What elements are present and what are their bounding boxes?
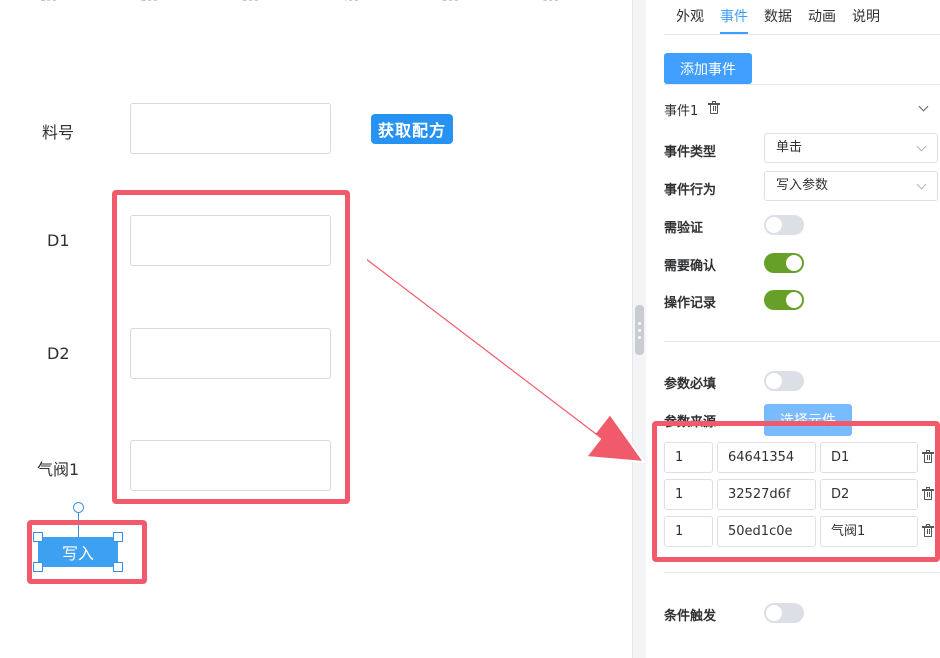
ruler-tick: 200 [141,0,158,4]
ruler-tick: 100 [40,0,57,4]
event-title: 事件1 [664,104,699,119]
tab-animation[interactable]: 动画 [800,8,844,34]
op-record-label: 操作记录 [664,296,717,311]
tab-data[interactable]: 数据 [756,8,800,34]
add-event-button[interactable]: 添加事件 [664,53,752,84]
horizontal-ruler: 100 200 300 400 500 600 [0,0,632,8]
event-type-select[interactable]: 单击 [764,133,938,163]
collapse-chevron-icon[interactable] [918,101,929,112]
label-material-number: 料号 [42,123,75,142]
ruler-tick: 600 [542,0,559,4]
chevron-down-icon [916,141,927,152]
param-required-toggle[interactable] [764,371,804,391]
divider [664,572,940,573]
event-action-label: 事件行为 [664,183,717,198]
label-valve1: 气阀1 [37,460,80,479]
panel-tabs: 外观 事件 数据 动画 说明 [676,8,888,34]
need-confirm-label: 需要确认 [664,259,717,274]
param-required-label: 参数必填 [664,377,717,392]
label-d2: D2 [47,344,70,363]
inputs-highlight-box [112,190,350,504]
fetch-recipe-button[interactable]: 获取配方 [371,114,453,144]
need-verify-label: 需验证 [664,221,704,236]
ruler-tick: 300 [242,0,259,4]
need-verify-toggle[interactable] [764,215,804,235]
tabs-divider [664,34,940,35]
selection-rotate-handle[interactable] [73,502,84,513]
tab-appearance[interactable]: 外观 [676,8,712,34]
chevron-down-icon [916,179,927,190]
params-highlight-box [652,421,940,562]
write-button-highlight-box [27,520,147,584]
op-record-toggle[interactable] [764,290,804,310]
design-canvas[interactable]: 100 200 300 400 500 600 料号 获取配方 D1 D2 气阀… [0,0,632,658]
delete-event-icon[interactable] [708,101,720,114]
condition-trigger-label: 条件触发 [664,609,717,624]
properties-panel: 外观 事件 数据 动画 说明 添加事件 事件1 事件类型 单击 事件行为 写入参… [646,0,940,658]
event-type-label: 事件类型 [664,145,717,160]
material-number-input[interactable] [130,103,331,154]
need-confirm-toggle[interactable] [764,253,804,273]
ruler-tick: 400 [342,0,359,4]
divider [664,341,940,342]
event-action-value: 写入参数 [776,178,829,193]
tab-events[interactable]: 事件 [712,8,756,34]
label-d1: D1 [47,231,70,250]
event-type-value: 单击 [776,140,803,155]
ruler-tick: 500 [442,0,459,4]
tab-description[interactable]: 说明 [844,8,888,34]
splitter-drag-handle[interactable] [635,305,644,355]
event-action-select[interactable]: 写入参数 [764,171,938,201]
condition-trigger-toggle[interactable] [764,603,804,623]
divider [664,84,940,85]
